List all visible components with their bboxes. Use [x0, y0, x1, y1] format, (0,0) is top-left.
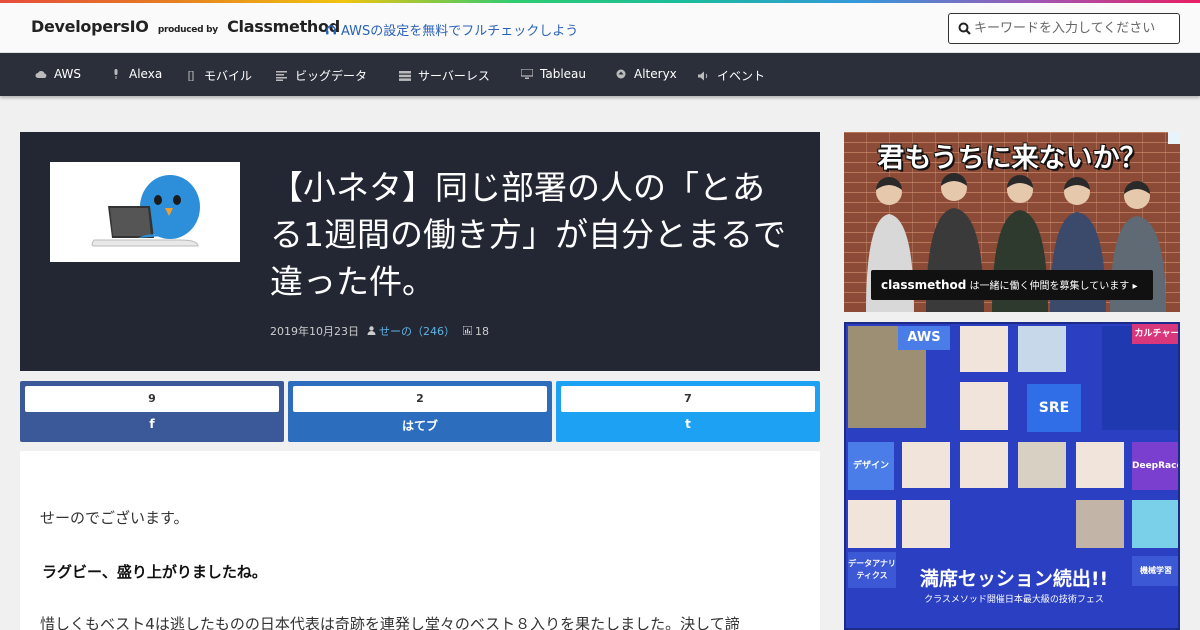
speaker-photo	[902, 500, 950, 548]
paragraph: せーのでございます。	[40, 509, 189, 527]
twitter-icon: t	[685, 417, 691, 431]
category-nav: AWS Alexa モバイル ビッグデータ サーバーレス Tableau Alt…	[0, 53, 1200, 96]
speaker-photo	[1018, 442, 1066, 488]
article-title: 【小ネタ】同じ部署の人の「とある1週間の働き方」が自分とまるで違った件。	[270, 168, 786, 301]
article-date: 2019年10月23日	[270, 325, 359, 338]
ad-headline: 君もうちに来ないか？	[877, 143, 1147, 174]
logo-company: Classmethod	[227, 17, 340, 36]
ad-recruit-text: は一緒に働く仲間を募集しています ▸	[969, 281, 1138, 292]
event-subline: クラスメソッド開催日本最大級の技術フェス	[924, 595, 1104, 605]
site-logo[interactable]: DevelopersIO produced by Classmethod	[31, 17, 340, 36]
search-icon	[958, 22, 971, 35]
share-count: 2	[293, 386, 547, 412]
cloud-icon	[35, 71, 47, 78]
ad-recruit-strip: classmethod は一緒に働く仲間を募集しています ▸	[871, 270, 1153, 300]
speaker-photo	[848, 500, 896, 548]
nav-label: ビッグデータ	[295, 69, 368, 83]
hatena-bookmark-button[interactable]: 2 はてブ	[288, 381, 552, 442]
search-input[interactable]	[974, 18, 1174, 39]
top-header: DevelopersIO produced by Classmethod AWS…	[0, 3, 1200, 53]
headset-icon	[326, 25, 336, 35]
event-ad-banner[interactable]: AWS SRE カルチャー デザイン DeepRacer データアナリティクス …	[844, 322, 1180, 630]
nav-item-event[interactable]: イベント	[698, 67, 765, 84]
article-body: せーのでございます。 ラグビー、盛り上がりましたね。 惜しくもベスト4は逃したも…	[20, 451, 820, 630]
bird-laptop-illustration	[91, 175, 200, 247]
share-count: 9	[25, 386, 279, 412]
event-headline: 満席セッション続出!!	[919, 568, 1109, 590]
nav-label: Alexa	[129, 67, 163, 81]
mobile-icon	[188, 71, 194, 81]
speaker-photo	[1076, 442, 1124, 488]
speaker-photo	[1018, 326, 1066, 372]
nav-item-tableau[interactable]: Tableau	[521, 67, 586, 81]
server-icon	[399, 71, 411, 81]
twitter-share-button[interactable]: 7 t	[556, 381, 820, 442]
volume-icon	[698, 71, 708, 81]
author-link[interactable]: せーの（246）	[379, 325, 455, 338]
article-meta: 2019年10月23日 せーの（246） 18	[270, 323, 489, 339]
recruit-ad-banner[interactable]: 君もうちに来ないか？ classmethod は一緒に働く仲間を募集しています …	[844, 132, 1180, 312]
promo-link[interactable]: AWSの設定を無料でフルチェックしよう	[325, 20, 578, 39]
speaker-photo	[902, 442, 950, 488]
share-count: 7	[561, 386, 815, 412]
paragraph: 惜しくもベスト4は逃したものの日本代表は奇跡を連発し堂々のベスト８入りを果たしま…	[40, 615, 740, 630]
nav-label: Tableau	[540, 67, 586, 81]
speaker-photo	[960, 382, 1008, 430]
nav-item-mobile[interactable]: モバイル	[185, 67, 252, 84]
paragraph-bold: ラグビー、盛り上がりましたね。	[42, 563, 267, 581]
nav-label: イベント	[717, 69, 766, 83]
desktop-icon	[521, 69, 533, 79]
tag-aws: AWS	[898, 326, 950, 350]
nav-item-alexa[interactable]: Alexa	[110, 67, 162, 81]
adchoices-icon[interactable]	[1168, 132, 1180, 144]
circle-arrow-icon	[616, 69, 626, 79]
speaker-photo	[960, 326, 1008, 372]
logo-main: DevelopersIO	[31, 17, 149, 36]
speaker-photo	[1076, 500, 1124, 548]
nav-label: AWS	[54, 67, 82, 81]
chart-icon	[463, 326, 472, 335]
nav-label: モバイル	[204, 69, 253, 83]
align-left-icon	[276, 71, 287, 81]
tag-design: デザイン	[848, 442, 894, 490]
nav-item-bigdata[interactable]: ビッグデータ	[276, 67, 367, 84]
user-icon	[367, 326, 376, 335]
logo-produced-by: produced by	[157, 25, 218, 35]
tag-sre: SRE	[1027, 384, 1081, 432]
search-box[interactable]	[948, 13, 1180, 44]
nav-item-alteryx[interactable]: Alteryx	[615, 67, 677, 81]
article-thumbnail	[50, 162, 240, 262]
tag-culture: カルチャー	[1132, 324, 1178, 344]
nav-item-aws[interactable]: AWS	[35, 67, 81, 81]
nav-label: Alteryx	[634, 67, 677, 81]
speaker-photo	[960, 442, 1008, 488]
nav-label: サーバーレス	[418, 69, 490, 83]
article-hero: 【小ネタ】同じ部署の人の「とある1週間の働き方」が自分とまるで違った件。 201…	[20, 132, 820, 371]
facebook-share-button[interactable]: 9 f	[20, 381, 284, 442]
classmethod-logo-text: classmethod	[881, 278, 967, 292]
speaker-photo	[1132, 500, 1178, 548]
microphone-icon	[114, 69, 118, 79]
view-count: 18	[475, 325, 489, 338]
hatena-label: はてブ	[401, 419, 438, 433]
nav-item-serverless[interactable]: サーバーレス	[399, 67, 490, 84]
facebook-icon: f	[149, 417, 155, 431]
tag-deepracer: DeepRacer	[1132, 442, 1178, 490]
promo-link-text: AWSの設定を無料でフルチェックしよう	[341, 24, 579, 39]
